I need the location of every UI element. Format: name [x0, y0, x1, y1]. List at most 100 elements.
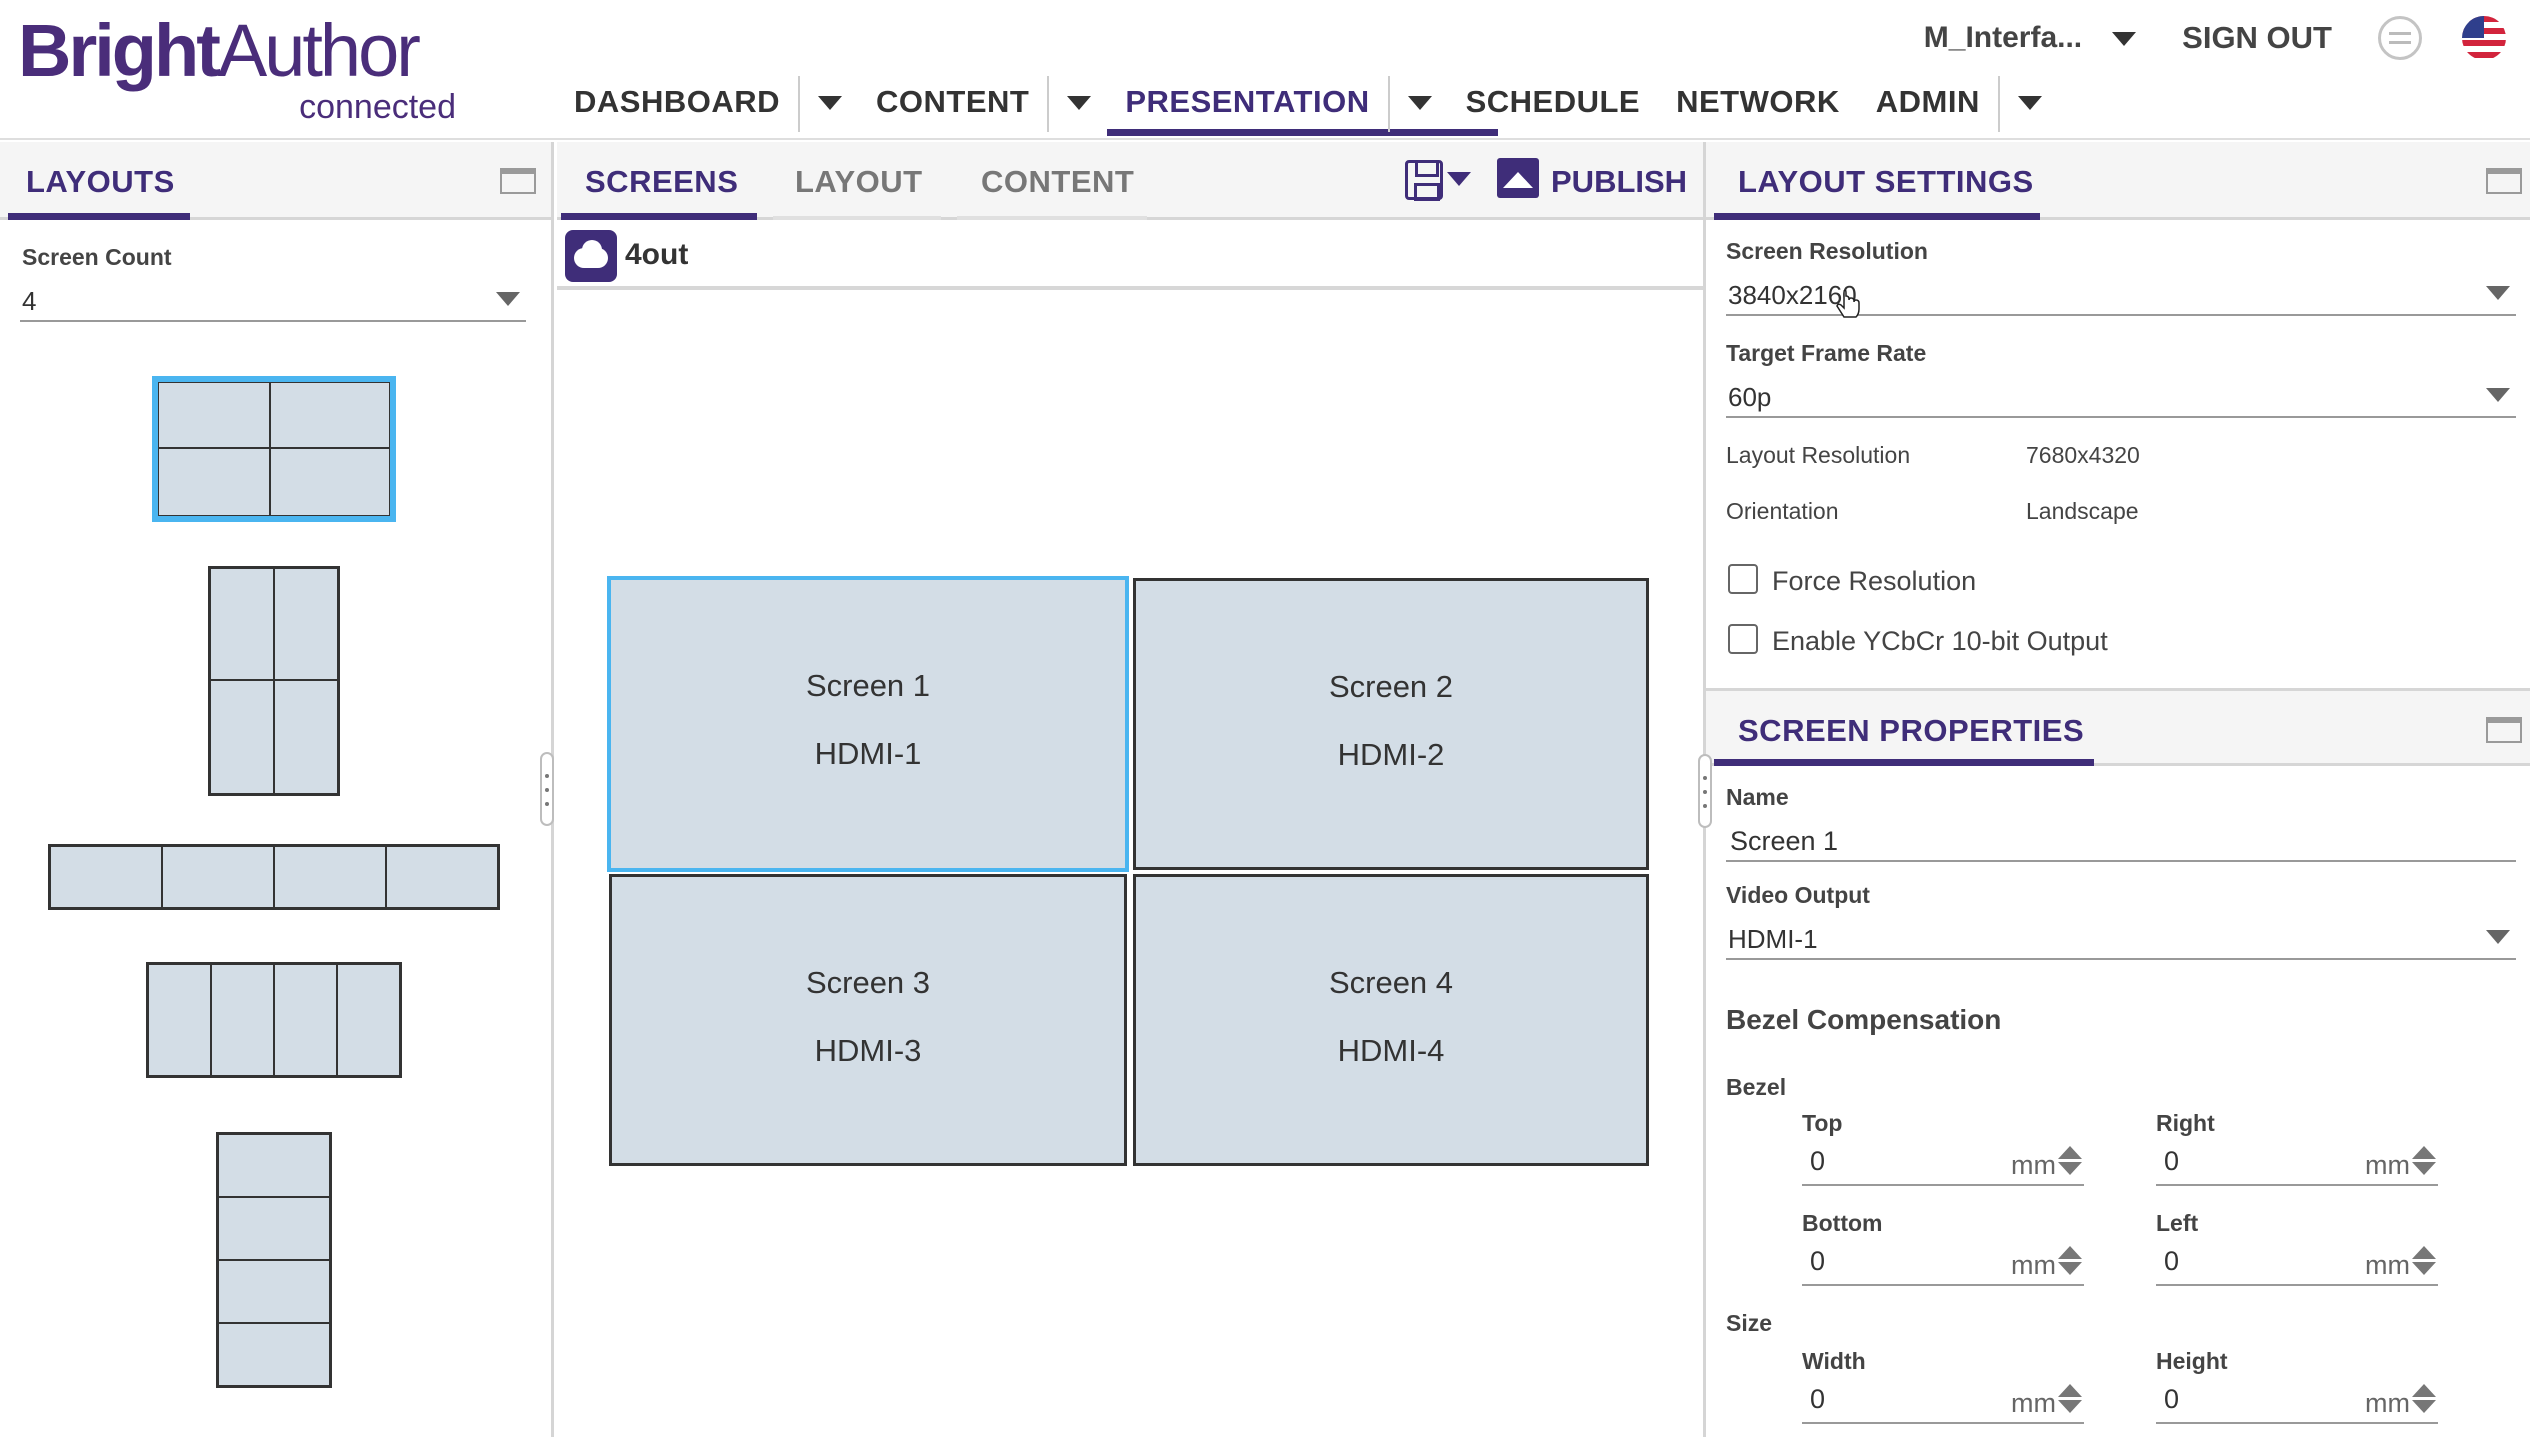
bezel-bottom-input[interactable]: 0 mm: [1802, 1236, 2084, 1286]
screen-tile-2[interactable]: Screen 2 HDMI-2: [1133, 578, 1649, 870]
force-resolution-checkbox[interactable]: [1728, 564, 1758, 594]
layout-cell: [210, 680, 274, 794]
layout-cell: [218, 1197, 330, 1260]
chevron-down-icon: [2486, 388, 2510, 402]
layout-cell: [270, 382, 390, 448]
bezel-bottom-label: Bottom: [1802, 1210, 1883, 1236]
right-panel-resize-handle[interactable]: [1698, 754, 1712, 828]
screen-count-label: Screen Count: [22, 244, 172, 270]
screen-name-label: Name: [1726, 784, 1789, 810]
video-output-label: Video Output: [1726, 882, 1870, 908]
screen-tile-4[interactable]: Screen 4 HDMI-4: [1133, 874, 1649, 1166]
screen-tile-1[interactable]: Screen 1 HDMI-1: [607, 576, 1129, 872]
nav-schedule[interactable]: SCHEDULE: [1448, 76, 1659, 132]
user-menu[interactable]: M_Interfa...: [1924, 21, 2082, 55]
bezel-right-input[interactable]: 0 mm: [2156, 1136, 2438, 1186]
hand-cursor-icon: [1836, 290, 1860, 318]
nav-dashboard-dropdown[interactable]: [798, 76, 858, 132]
frame-rate-label: Target Frame Rate: [1726, 340, 1927, 366]
layout-cell: [270, 448, 390, 516]
size-height-value: 0: [2164, 1384, 2180, 1414]
chevron-down-icon: [818, 96, 842, 110]
screen-name: Screen 2: [1328, 669, 1454, 704]
maximize-icon[interactable]: [2486, 717, 2522, 743]
screen-output: HDMI-1: [814, 736, 922, 771]
left-panel-resize-handle[interactable]: [540, 752, 554, 826]
nav-dashboard[interactable]: DASHBOARD: [556, 76, 798, 132]
layout-option-1x4[interactable]: [216, 1132, 332, 1388]
brightauthor-logo[interactable]: BrightAuthor connected: [18, 14, 458, 130]
layout-settings-header: LAYOUT SETTINGS: [1706, 142, 2530, 220]
tab-screens[interactable]: SCREENS: [585, 164, 738, 200]
screen-tile-3[interactable]: Screen 3 HDMI-3: [609, 874, 1127, 1166]
layout-cell: [162, 846, 274, 908]
us-flag-icon[interactable]: [2462, 16, 2506, 60]
bezel-top-value: 0: [1810, 1146, 1826, 1176]
unit-label: mm: [2011, 1388, 2056, 1418]
size-width-input[interactable]: 0 mm: [1802, 1374, 2084, 1424]
bezel-top-input[interactable]: 0 mm: [1802, 1136, 2084, 1186]
layout-cell: [218, 1260, 330, 1323]
unit-label: mm: [2365, 1388, 2410, 1418]
screen-name-input[interactable]: Screen 1: [1726, 812, 2516, 862]
stepper-icon[interactable]: [2056, 1244, 2084, 1278]
active-tab-indicator: [8, 213, 190, 220]
layout-option-2x2[interactable]: [152, 376, 396, 522]
video-output-select[interactable]: HDMI-1: [1726, 910, 2516, 960]
save-icon[interactable]: [1405, 160, 1443, 201]
stepper-icon[interactable]: [2056, 1144, 2084, 1178]
frame-rate-select[interactable]: 60p: [1726, 368, 2516, 418]
sign-out-button[interactable]: SIGN OUT: [2182, 20, 2332, 56]
save-options-dropdown[interactable]: [1447, 168, 1471, 188]
layout-cell: [337, 964, 400, 1076]
active-tab-indicator: [1714, 759, 2094, 766]
nav-content[interactable]: CONTENT: [858, 76, 1047, 132]
main-nav: DASHBOARD CONTENT PRESENTATION SCHEDULE …: [556, 76, 2058, 136]
layout-option-4x1[interactable]: [48, 844, 500, 910]
chevron-down-icon: [1407, 96, 1432, 110]
layout-cell: [210, 568, 274, 680]
tab-content[interactable]: CONTENT: [981, 164, 1134, 200]
screen-resolution-label: Screen Resolution: [1726, 238, 1928, 264]
stepper-icon[interactable]: [2410, 1382, 2438, 1416]
publish-icon[interactable]: [1497, 158, 1539, 198]
tab-layout[interactable]: LAYOUT: [795, 164, 923, 200]
bezel-bottom-value: 0: [1810, 1246, 1826, 1276]
layout-option-2x2-portrait[interactable]: [208, 566, 340, 796]
layout-settings-title: LAYOUT SETTINGS: [1738, 164, 2034, 199]
screen-count-select[interactable]: 4: [20, 272, 526, 322]
orientation-value: Landscape: [2026, 498, 2139, 524]
layout-cell: [50, 846, 162, 908]
layout-cell: [158, 382, 270, 448]
presentation-title-bar: 4out: [557, 220, 1703, 290]
size-width-value: 0: [1810, 1384, 1826, 1414]
size-height-input[interactable]: 0 mm: [2156, 1374, 2438, 1424]
nav-admin[interactable]: ADMIN: [1858, 76, 1998, 132]
layout-option-4x1-portrait[interactable]: [146, 962, 402, 1078]
nav-content-dropdown[interactable]: [1047, 76, 1107, 132]
size-label: Size: [1726, 1310, 1773, 1336]
screen-properties-title: SCREEN PROPERTIES: [1738, 713, 2085, 748]
bezel-left-label: Left: [2156, 1210, 2199, 1236]
nav-network[interactable]: NETWORK: [1658, 76, 1858, 132]
stepper-icon[interactable]: [2056, 1382, 2084, 1416]
stepper-icon[interactable]: [2410, 1144, 2438, 1178]
ycbcr-checkbox[interactable]: [1728, 624, 1758, 654]
unit-label: mm: [2011, 1150, 2056, 1180]
layouts-panel-title: LAYOUTS: [26, 164, 175, 199]
layout-resolution-value: 7680x4320: [2026, 442, 2140, 468]
sync-icon[interactable]: [2378, 16, 2422, 60]
stepper-icon[interactable]: [2410, 1244, 2438, 1278]
nav-presentation[interactable]: PRESENTATION: [1107, 76, 1498, 136]
active-tab-indicator: [1714, 213, 2040, 220]
bezel-top-label: Top: [1802, 1110, 1843, 1136]
bezel-left-input[interactable]: 0 mm: [2156, 1236, 2438, 1286]
nav-presentation-dropdown[interactable]: [1387, 76, 1448, 132]
maximize-icon[interactable]: [500, 168, 536, 194]
publish-button[interactable]: PUBLISH: [1551, 164, 1687, 200]
screen-name: Screen 1: [805, 668, 931, 703]
video-output-value: HDMI-1: [1728, 924, 1818, 954]
maximize-icon[interactable]: [2486, 168, 2522, 194]
user-menu-dropdown[interactable]: [2110, 28, 2138, 48]
nav-admin-dropdown[interactable]: [1997, 76, 2058, 132]
